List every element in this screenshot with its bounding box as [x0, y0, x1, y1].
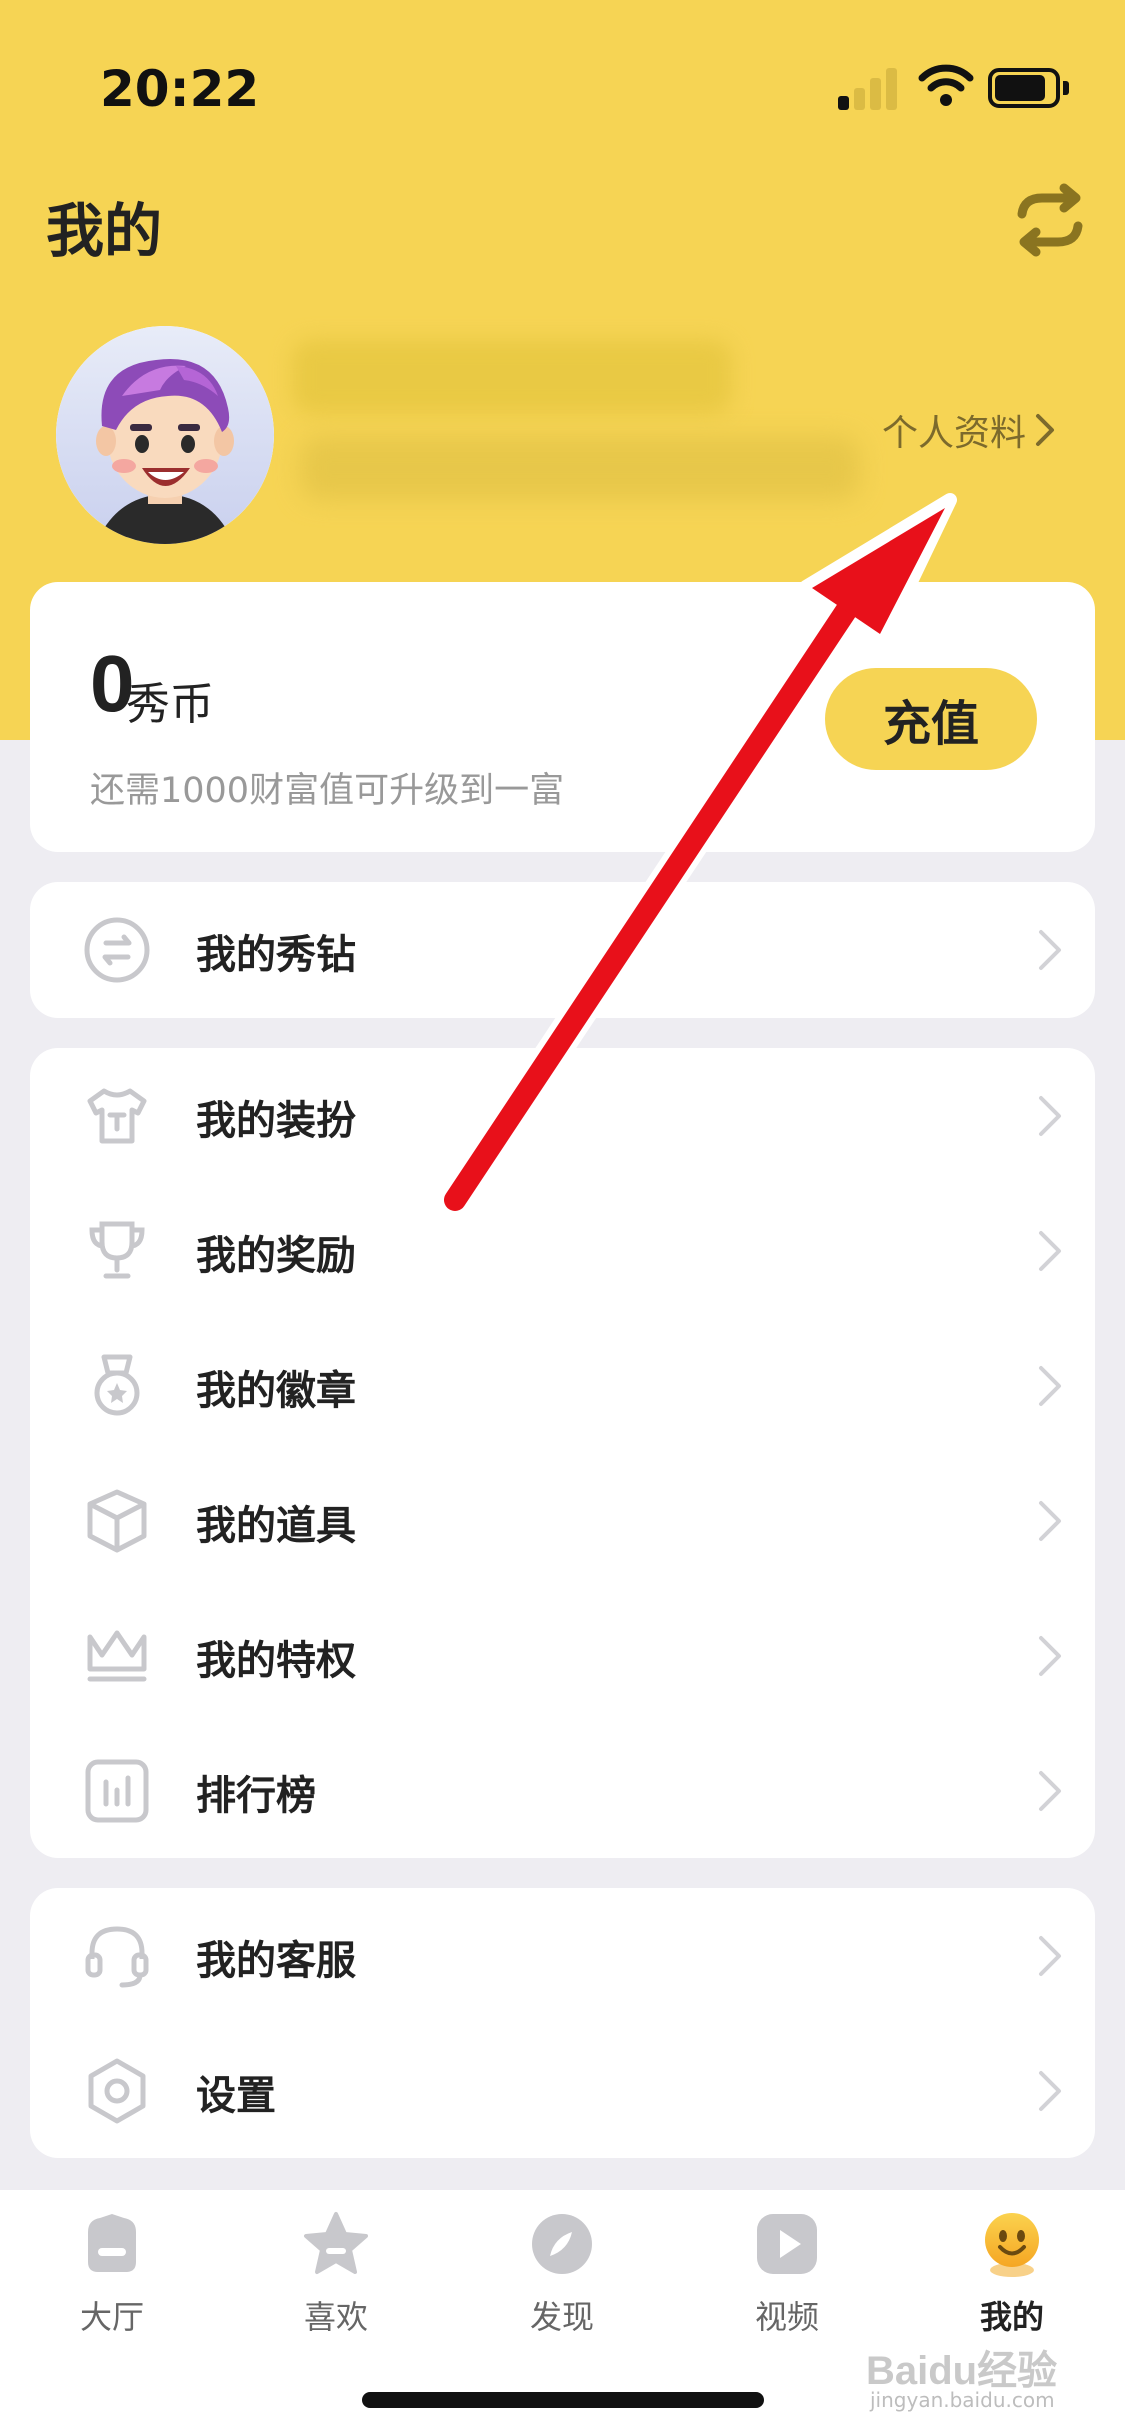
menu-item-label: 我的特权 — [196, 1638, 356, 1684]
crown-icon — [87, 1630, 147, 1682]
cartoon-boy-avatar — [56, 326, 274, 544]
menu-item-label: 我的奖励 — [196, 1233, 356, 1279]
menu-item-my-badges[interactable]: 我的徽章 — [30, 1318, 1095, 1453]
battery-icon — [988, 68, 1070, 108]
user-id-blurred — [300, 436, 860, 500]
chevron-right-icon — [1039, 2071, 1061, 2111]
menu-item-my-diamonds[interactable]: 我的秀钻 — [30, 882, 1095, 1017]
switch-arrows-icon[interactable] — [1010, 180, 1090, 260]
avatar[interactable] — [56, 326, 274, 544]
headset-icon — [85, 1926, 149, 1988]
medal-icon — [94, 1354, 140, 1416]
wifi-icon — [918, 64, 974, 106]
chevron-right-icon — [1036, 414, 1055, 446]
menu-item-settings[interactable]: 设置 — [30, 2023, 1095, 2158]
watermark-url: jingyan.baidu.com — [870, 2388, 1055, 2412]
chevron-right-icon — [1039, 930, 1061, 970]
status-time: 20:22 — [100, 60, 260, 118]
menu-item-label: 我的秀钻 — [196, 932, 356, 978]
menu-item-label: 我的徽章 — [196, 1368, 356, 1414]
chevron-right-icon — [1039, 1231, 1061, 1271]
chevron-right-icon — [1039, 1096, 1061, 1136]
menu-item-my-privileges[interactable]: 我的特权 — [30, 1588, 1095, 1723]
tab-label: 大厅 — [79, 2298, 144, 2336]
menu-item-customer-service[interactable]: 我的客服 — [30, 1888, 1095, 2023]
star-icon — [304, 2212, 368, 2274]
tab-hall[interactable]: 大厅 — [42, 2210, 182, 2340]
profile-face-icon — [985, 2213, 1039, 2277]
settings-hexagon-icon — [88, 2058, 146, 2124]
menu-item-my-rewards[interactable]: 我的奖励 — [30, 1183, 1095, 1318]
home-indicator — [362, 2392, 764, 2408]
wealth-level-tip: 还需1000财富值可升级到一富 — [90, 771, 565, 811]
chevron-right-icon — [1039, 1366, 1061, 1406]
tab-label: 视频 — [754, 2298, 819, 2336]
chevron-right-icon — [1039, 1936, 1061, 1976]
trophy-icon — [89, 1221, 145, 1279]
chevron-right-icon — [1039, 1501, 1061, 1541]
baidu-jingyan-watermark: Baidu经验 jingyan.baidu.com — [866, 2330, 1066, 2412]
menu-item-label: 我的客服 — [196, 1938, 356, 1984]
chevron-right-icon — [1039, 1636, 1061, 1676]
home-icon — [88, 2214, 136, 2272]
tab-discover[interactable]: 发现 — [492, 2210, 632, 2340]
menu-item-label: 我的装扮 — [196, 1098, 356, 1144]
menu-group-assets: 我的装扮 我的奖励 我的徽章 我的道具 我的特权 排行榜 — [30, 1048, 1095, 1858]
tshirt-icon — [87, 1088, 147, 1144]
chevron-right-icon — [1039, 1771, 1061, 1811]
menu-group-support: 我的客服 设置 — [30, 1888, 1095, 2158]
tab-video[interactable]: 视频 — [717, 2210, 857, 2340]
diamond-coin-icon — [84, 917, 150, 983]
menu-group-diamonds: 我的秀钻 — [30, 882, 1095, 1018]
box-icon — [87, 1489, 147, 1553]
compass-icon — [532, 2214, 592, 2274]
menu-item-label: 我的道具 — [196, 1503, 356, 1549]
cellular-signal-icon — [838, 66, 900, 110]
menu-item-label: 排行榜 — [196, 1773, 316, 1819]
tab-favorites[interactable]: 喜欢 — [266, 2210, 406, 2340]
username-blurred — [292, 340, 732, 414]
menu-item-my-outfits[interactable]: 我的装扮 — [30, 1048, 1095, 1183]
ranking-chart-icon — [85, 1759, 149, 1823]
recharge-button[interactable]: 充值 — [825, 668, 1037, 770]
tab-label: 喜欢 — [303, 2298, 368, 2336]
page-title: 我的 — [46, 197, 163, 265]
tab-me[interactable]: 我的 — [942, 2210, 1082, 2340]
wallet-card: 0 秀币 还需1000财富值可升级到一富 充值 — [30, 582, 1095, 852]
menu-item-label: 设置 — [196, 2073, 276, 2119]
coin-unit: 秀币 — [126, 679, 214, 730]
menu-item-leaderboard[interactable]: 排行榜 — [30, 1723, 1095, 1858]
status-bar: 20:22 — [0, 0, 1125, 140]
play-icon — [757, 2214, 817, 2274]
profile-link-label: 个人资料 — [882, 413, 1027, 454]
tab-label: 发现 — [529, 2298, 594, 2336]
profile-link[interactable]: 个人资料 — [882, 404, 1056, 456]
menu-item-my-props[interactable]: 我的道具 — [30, 1453, 1095, 1588]
